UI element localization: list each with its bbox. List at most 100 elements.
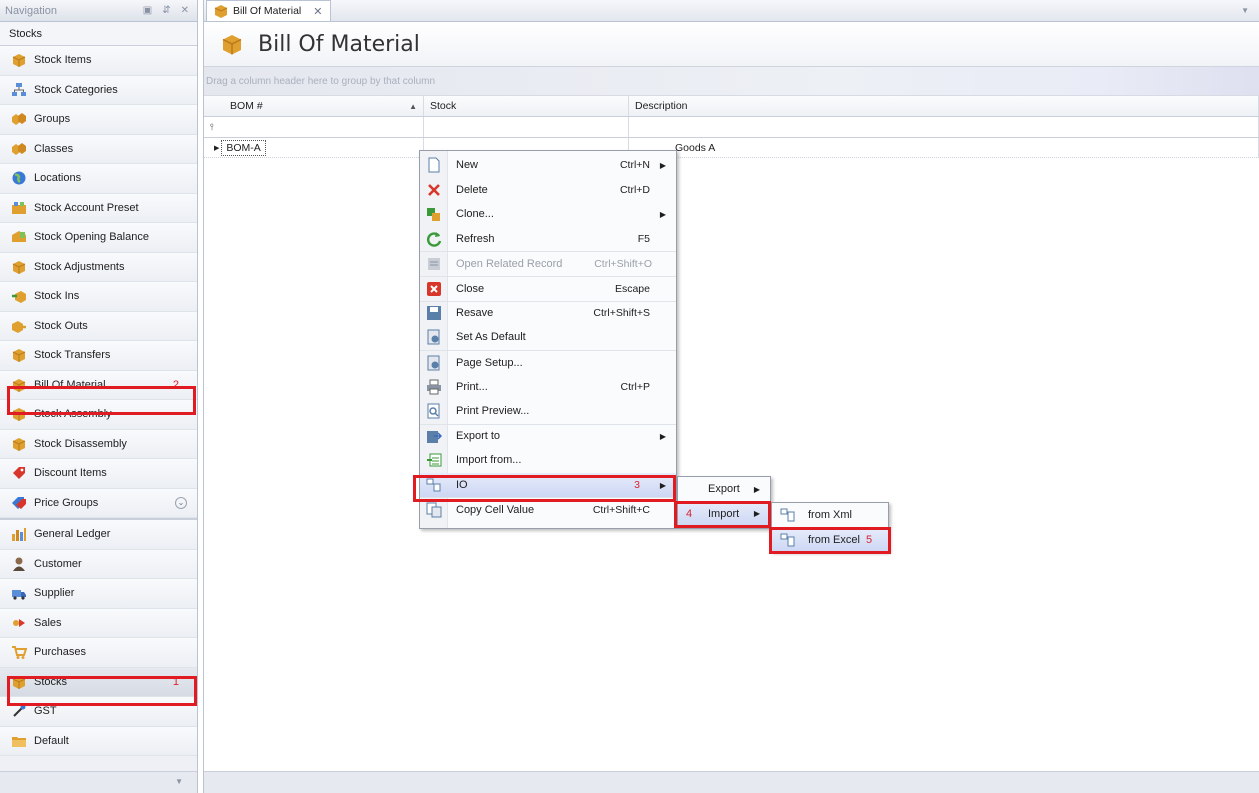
cell-description[interactable]: Goods A [629,138,1259,157]
tab-bill-of-material[interactable]: Bill Of Material ✕ [206,0,332,21]
io-submenu: Export ▶ 4 Import ▶ [677,476,771,529]
box-icon [11,674,27,690]
page-title: Bill Of Material [258,31,420,57]
menu-item-shortcut: F5 [637,233,650,246]
nav-item-price-groups[interactable]: Price Groups ⌄ [0,488,197,518]
nav-item-stock-transfers[interactable]: Stock Transfers [0,341,197,371]
menu-item-refresh[interactable]: Refresh F5 [420,227,676,252]
column-header-bom[interactable]: BOM # ▲ [204,96,424,116]
nav-item-classes[interactable]: Classes [0,134,197,164]
step-marker: 4 [686,507,693,520]
module-sales[interactable]: Sales [0,608,197,638]
module-stocks[interactable]: Stocks 1 [0,667,197,697]
menu-item-from-xml[interactable]: from Xml [772,503,888,528]
menu-item-resave[interactable]: Resave Ctrl+Shift+S [420,300,676,326]
stocks-item-list: Stock Items Stock Categories Groups Clas… [0,46,197,518]
sales-icon [11,615,27,631]
menu-item-new[interactable]: New Ctrl+N ▶ [420,153,676,178]
module-list: General Ledger Customer Supplier Sales P… [0,518,197,756]
new-icon [426,157,442,173]
menu-item-copy-cell-value[interactable]: Copy Cell Value Ctrl+Shift+C [420,497,676,522]
nav-item-stock-outs[interactable]: Stock Outs [0,311,197,341]
column-header-stock[interactable]: Stock [424,96,629,116]
group-by-panel[interactable]: Drag a column header here to group by th… [204,67,1259,96]
auto-hide-icon[interactable]: ⇵ [162,5,170,16]
filter-cell-bom[interactable]: ⫯ [204,117,424,137]
box-icon [213,3,229,19]
nav-item-label: Stock Opening Balance [34,231,149,244]
nav-item-stock-ins[interactable]: Stock Ins [0,282,197,312]
module-gst[interactable]: GST [0,697,197,727]
close-icon[interactable]: ✕ [181,5,189,16]
menu-item-clone[interactable]: Clone... ▶ [420,202,676,227]
filter-cell-stock[interactable] [424,117,629,137]
menu-item-import-from[interactable]: Import from... [420,448,676,473]
sort-ascending-icon: ▲ [409,101,417,111]
menu-item-import[interactable]: 4 Import ▶ [678,501,770,527]
nav-item-stock-items[interactable]: Stock Items [0,46,197,76]
menu-item-delete[interactable]: Delete Ctrl+D [420,178,676,203]
menu-item-label: IO [456,479,468,492]
nav-item-locations[interactable]: Locations [0,164,197,194]
nav-item-stock-disassembly[interactable]: Stock Disassembly [0,429,197,459]
nav-item-label: Classes [34,142,74,155]
nav-item-groups[interactable]: Groups [0,105,197,135]
purchases-icon [11,644,27,660]
menu-item-shortcut: Ctrl+Shift+O [594,258,652,271]
menu-item-export[interactable]: Export ▶ [678,477,770,502]
table-row[interactable]: ▶ BOM-A Goods A [204,138,1259,158]
chevron-down-icon[interactable]: ▼ [175,777,183,786]
menu-item-shortcut: Ctrl+D [619,183,650,196]
menu-item-label: from Xml [808,509,852,522]
tab-label: Bill Of Material [233,5,302,17]
io-icon [426,477,442,493]
module-default[interactable]: Default [0,726,197,756]
box-icon [11,52,27,68]
menu-item-io[interactable]: IO 3 ▶ [420,472,676,498]
menu-item-print-preview[interactable]: Print Preview... [420,399,676,424]
nav-item-stock-opening-balance[interactable]: Stock Opening Balance [0,223,197,253]
pin-icon[interactable]: ▣ [143,5,152,16]
menu-item-shortcut: Ctrl+N [619,159,650,172]
module-general-ledger[interactable]: General Ledger [0,520,197,550]
menu-item-print[interactable]: Print... Ctrl+P [420,374,676,399]
collapse-button[interactable]: ⌄ [175,496,187,509]
menu-item-page-setup[interactable]: Page Setup... [420,349,676,375]
box-icon [11,436,27,452]
cell-bom[interactable]: ▶ BOM-A [204,138,424,157]
nav-item-stock-adjustments[interactable]: Stock Adjustments [0,252,197,282]
clone-icon [426,206,442,222]
group-by-hint: Drag a column header here to group by th… [206,75,436,87]
module-supplier[interactable]: Supplier [0,579,197,609]
filter-cell-description[interactable] [629,117,1259,137]
tab-close-icon[interactable]: ✕ [313,5,322,18]
menu-item-set-as-default[interactable]: Set As Default [420,325,676,350]
import-submenu: from Xml from Excel 5 [771,502,889,553]
menu-item-from-excel[interactable]: from Excel 5 [772,527,888,553]
tab-bar: Bill Of Material ✕ ▼ [204,0,1259,22]
auto-filter-row: ⫯ [204,117,1259,138]
submenu-arrow-icon: ▶ [753,509,760,519]
module-customer[interactable]: Customer [0,549,197,579]
nav-item-stock-account-preset[interactable]: Stock Account Preset [0,193,197,223]
nav-item-stock-categories[interactable]: Stock Categories [0,75,197,105]
menu-item-export-to[interactable]: Export to ▶ [420,423,676,449]
nav-item-stock-assembly[interactable]: Stock Assembly [0,400,197,430]
column-label: BOM # [230,100,263,112]
module-purchases[interactable]: Purchases [0,638,197,668]
groups-icon [11,111,27,127]
cell-value: BOM-A [221,139,266,156]
menu-item-label: New [456,159,479,172]
column-header-description[interactable]: Description [629,96,1259,116]
menu-item-shortcut: Ctrl+P [620,380,650,393]
print-preview-icon [426,403,442,419]
navigation-header: Navigation ▣ ⇵ ✕ [0,0,197,22]
module-label: Default [34,734,69,747]
grid-header: BOM # ▲ Stock Description [204,96,1259,117]
submenu-arrow-icon: ▶ [659,209,666,219]
nav-item-discount-items[interactable]: Discount Items [0,459,197,489]
step-marker: 5 [865,533,873,546]
menu-item-close[interactable]: Close Escape [420,275,676,301]
tab-dropdown-icon[interactable]: ▼ [1241,6,1249,15]
nav-item-bill-of-material[interactable]: Bill Of Material 2 [0,370,197,400]
